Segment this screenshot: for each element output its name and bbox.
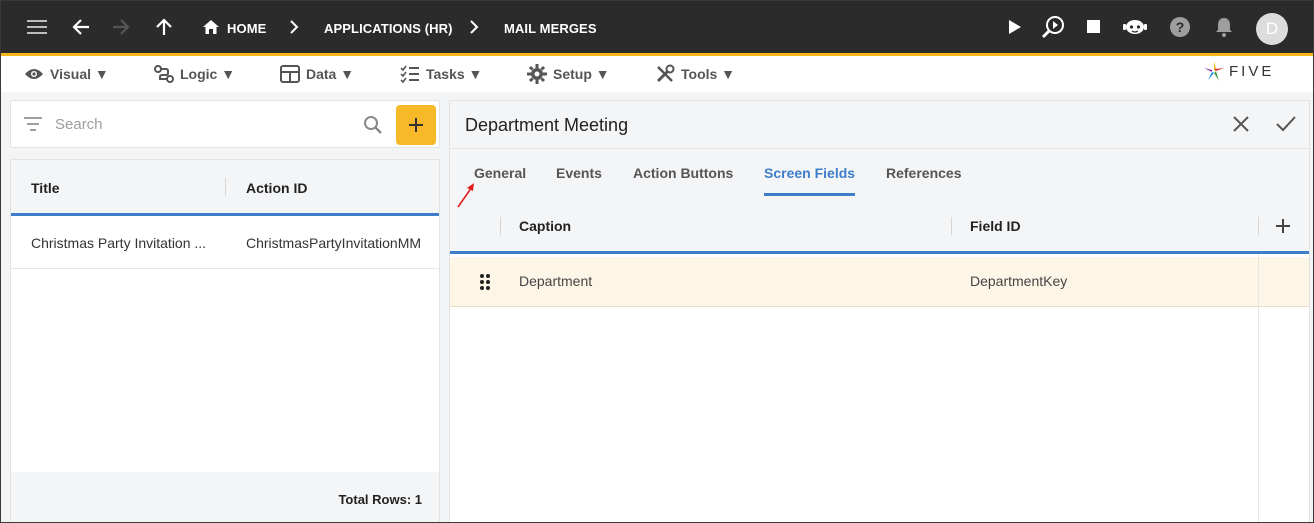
add-field-icon[interactable] (1275, 218, 1291, 234)
logo-text: FIVE (1229, 62, 1275, 80)
column-title[interactable]: Title (31, 180, 60, 196)
check-icon[interactable] (1275, 114, 1297, 134)
menu-tools[interactable]: Tools ▼ (655, 64, 736, 83)
tab-action-buttons[interactable]: Action Buttons (633, 165, 733, 193)
menu-tasks-label: Tasks ▼ (426, 66, 483, 82)
list-item-title: Christmas Party Invitation ... (31, 235, 207, 251)
home-icon[interactable] (199, 15, 223, 39)
menu-logic-label: Logic ▼ (180, 66, 236, 82)
breadcrumb-applications[interactable]: APPLICATIONS (HR) (324, 21, 453, 36)
chevron-right-icon (282, 15, 306, 39)
total-rows: Total Rows: 1 (338, 492, 422, 507)
debug-search-icon[interactable] (1041, 15, 1065, 39)
play-icon[interactable] (1003, 15, 1027, 39)
grid-divider (1258, 254, 1259, 522)
search-input[interactable]: Search (55, 116, 103, 133)
column-field-id[interactable]: Field ID (970, 218, 1021, 234)
add-record-button[interactable] (396, 105, 436, 145)
row-caption: Department (519, 273, 593, 289)
menu-bar: Visual ▼ Logic ▼ Data ▼ Tasks ▼ Setup ▼ … (1, 56, 1313, 92)
list-item-action-id: ChristmasPartyInvitationMM (246, 235, 422, 251)
tab-references[interactable]: References (886, 165, 962, 193)
menu-icon[interactable] (25, 15, 49, 39)
column-action-id[interactable]: Action ID (246, 180, 307, 196)
breadcrumb-home[interactable]: HOME (227, 21, 266, 36)
gear-icon (527, 64, 547, 84)
flow-icon (154, 65, 174, 83)
back-arrow-icon[interactable] (69, 15, 93, 39)
form-header: Department Meeting (450, 101, 1309, 149)
help-icon[interactable]: ? (1168, 15, 1192, 39)
form-panel: Department Meeting General Events Action… (449, 100, 1310, 522)
five-logo-icon (1204, 61, 1224, 81)
menu-visual-label: Visual ▼ (50, 66, 109, 82)
menu-data-label: Data ▼ (306, 66, 355, 82)
stop-icon[interactable] (1082, 15, 1106, 39)
wrench-icon (656, 64, 675, 83)
forward-arrow-icon (109, 15, 133, 39)
list-item[interactable]: Christmas Party Invitation ... Christmas… (11, 219, 439, 269)
row-field-id: DepartmentKey (970, 273, 1068, 289)
menu-tasks[interactable]: Tasks ▼ (400, 65, 482, 83)
menu-setup[interactable]: Setup ▼ (527, 64, 610, 84)
checklist-icon (400, 65, 419, 83)
tab-general[interactable]: General (474, 165, 526, 193)
top-bar: HOME APPLICATIONS (HR) MAIL MERGES ? D (1, 1, 1313, 56)
bell-icon[interactable] (1212, 15, 1236, 39)
avatar[interactable]: D (1256, 13, 1288, 45)
tab-events[interactable]: Events (556, 165, 602, 193)
chat-bot-icon[interactable] (1123, 15, 1147, 39)
search-bar: Search (10, 100, 440, 148)
five-logo: FIVE (1203, 59, 1274, 83)
svg-text:?: ? (1176, 19, 1185, 35)
list-footer: Total Rows: 1 (11, 472, 439, 522)
column-caption[interactable]: Caption (519, 218, 571, 234)
drag-handle-icon[interactable] (479, 273, 491, 291)
plus-icon (409, 118, 423, 132)
list-header: Title Action ID (11, 160, 439, 216)
menu-logic[interactable]: Logic ▼ (154, 65, 235, 83)
annotation-arrow-icon (457, 183, 474, 208)
app-window: HOME APPLICATIONS (HR) MAIL MERGES ? D V… (0, 0, 1314, 523)
tab-screen-fields[interactable]: Screen Fields (764, 165, 856, 196)
breadcrumb-mail-merges[interactable]: MAIL MERGES (504, 21, 597, 36)
menu-tools-label: Tools ▼ (681, 66, 736, 82)
column-divider[interactable] (951, 217, 952, 235)
table-row[interactable]: Department DepartmentKey (450, 257, 1309, 307)
close-icon[interactable] (1231, 114, 1251, 134)
grid-header: Caption Field ID (450, 199, 1309, 254)
form-title: Department Meeting (465, 115, 629, 135)
menu-setup-label: Setup ▼ (553, 66, 610, 82)
menu-visual[interactable]: Visual ▼ (24, 65, 109, 83)
column-divider[interactable] (1258, 217, 1259, 235)
menu-data[interactable]: Data ▼ (280, 65, 354, 83)
filter-icon[interactable] (24, 117, 42, 131)
chevron-right-icon (462, 15, 486, 39)
search-icon[interactable] (363, 115, 383, 135)
column-divider[interactable] (225, 178, 226, 196)
eye-icon (25, 69, 43, 79)
form-tabs: General Events Action Buttons Screen Fie… (450, 149, 1309, 199)
table-icon (280, 65, 300, 83)
column-divider[interactable] (500, 217, 501, 235)
up-arrow-icon[interactable] (152, 15, 176, 39)
record-list: Title Action ID Christmas Party Invitati… (10, 159, 440, 522)
